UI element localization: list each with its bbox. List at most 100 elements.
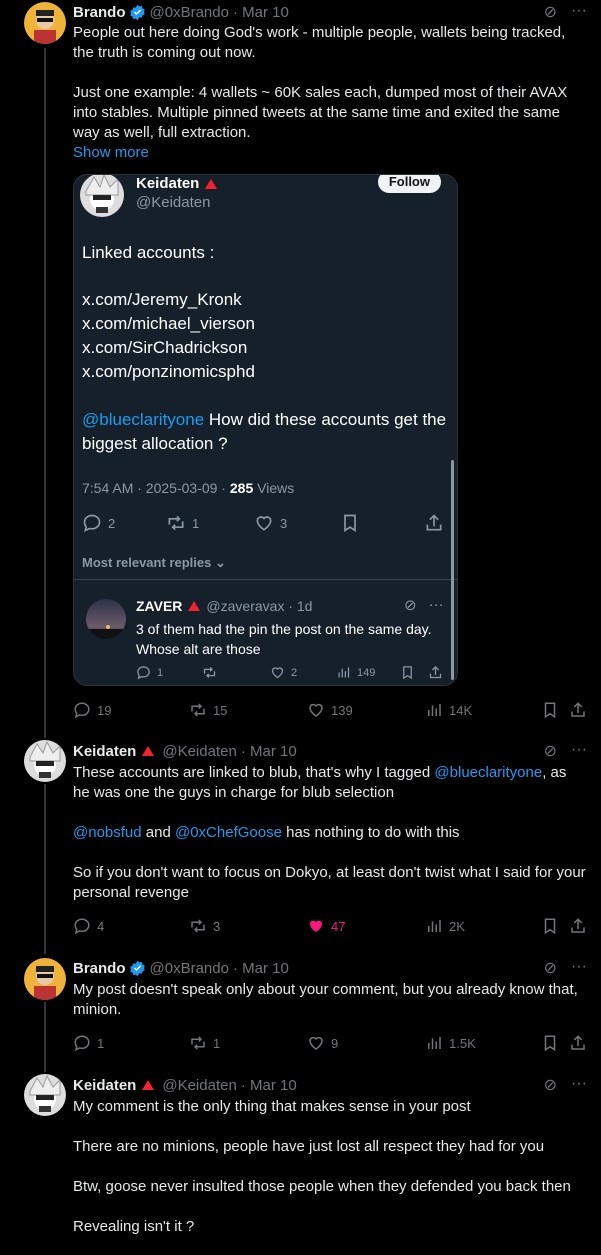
views-button[interactable]: 14K: [425, 701, 472, 719]
bookmark-button[interactable]: [541, 1034, 559, 1052]
avatar[interactable]: [24, 2, 66, 44]
reply-reply-button[interactable]: 1: [136, 665, 163, 680]
views-button[interactable]: 2K: [425, 917, 465, 935]
author-handle[interactable]: @0xBrando: [150, 960, 229, 977]
repost-icon: [191, 919, 205, 933]
heart-icon: [309, 703, 323, 717]
grok-icon[interactable]: ⊘: [404, 596, 417, 614]
reply-count: 1: [97, 1035, 105, 1051]
reply-icon: [83, 514, 101, 533]
share-button[interactable]: [569, 701, 587, 719]
tweet[interactable]: Brando @0xBrando · Mar 10 ⊘ ··· My post …: [73, 958, 587, 1020]
reply-header-icons: ⊘ ···: [404, 596, 444, 614]
reply-repost-button[interactable]: [202, 665, 217, 680]
tweet-date[interactable]: · Mar 10: [241, 1077, 297, 1094]
tweet-text: My post doesn't speak only about your co…: [73, 981, 578, 1018]
reply-author-handle[interactable]: @zaveravax · 1d: [206, 598, 312, 614]
most-relevant-dropdown[interactable]: Most relevant replies ⌄: [82, 555, 226, 571]
quote-author-name[interactable]: Keidaten: [136, 175, 218, 192]
red-triangle-icon: [205, 178, 218, 189]
mention-link[interactable]: @blueclarityone: [82, 410, 204, 429]
reply-button[interactable]: 1: [73, 1034, 104, 1052]
tweet-actions: 19 15 139 14K: [73, 700, 587, 720]
share-icon: [426, 514, 442, 531]
quote-link[interactable]: x.com/Jeremy_Kronk: [82, 288, 242, 312]
share-icon: [429, 665, 442, 679]
tweet[interactable]: Keidaten @Keidaten · Mar 10 ⊘ ··· These …: [73, 741, 587, 903]
share-button[interactable]: [569, 917, 587, 935]
more-icon[interactable]: ···: [571, 2, 587, 22]
follow-button[interactable]: Follow: [377, 175, 441, 193]
quote-bookmark-button[interactable]: [340, 513, 360, 533]
scrollbar[interactable]: [451, 460, 454, 680]
grok-icon[interactable]: ⊘: [544, 741, 557, 761]
like-button[interactable]: 47: [307, 917, 345, 935]
author-name[interactable]: Keidaten: [73, 1077, 136, 1094]
reply-avatar[interactable]: [86, 599, 126, 639]
repost-button[interactable]: 15: [189, 701, 227, 719]
quote-link[interactable]: x.com/ponzinomicsphd: [82, 360, 255, 384]
quote-repost-count: 1: [192, 515, 200, 531]
tweet-text: Revealing isn't it ?: [73, 1218, 195, 1235]
reply-like-button[interactable]: 2: [270, 665, 297, 680]
repost-count: 1: [213, 1035, 221, 1051]
more-icon[interactable]: ···: [571, 1075, 587, 1095]
reply-views-button[interactable]: 149: [336, 665, 375, 680]
show-more-link[interactable]: Show more: [73, 143, 587, 163]
mention-link[interactable]: @nobsfud: [73, 824, 142, 841]
grok-icon[interactable]: ⊘: [544, 958, 557, 978]
share-button[interactable]: [569, 1034, 587, 1052]
author-name[interactable]: Brando: [73, 960, 126, 977]
tweet-date[interactable]: · Mar 10: [233, 960, 289, 977]
bookmark-button[interactable]: [541, 917, 559, 935]
more-icon[interactable]: ···: [429, 596, 444, 614]
like-button[interactable]: 139: [307, 701, 353, 719]
share-icon: [571, 1035, 585, 1050]
tweet[interactable]: Keidaten @Keidaten · Mar 10 ⊘ ··· My com…: [73, 1075, 587, 1237]
reply-share-button[interactable]: [428, 665, 443, 680]
bookmark-button[interactable]: [541, 701, 559, 719]
quoted-tweet-card[interactable]: Keidaten @Keidaten Follow Linked account…: [73, 174, 458, 686]
quote-avatar[interactable]: [80, 175, 124, 217]
tweet[interactable]: Brando @0xBrando · Mar 10 ⊘ ··· People o…: [73, 2, 587, 163]
header-icons: ⊘ ···: [544, 958, 587, 978]
quote-timestamp[interactable]: 7:54 AM · 2025-03-09 ·: [82, 480, 230, 496]
mention-link[interactable]: @blueclarityone: [434, 764, 542, 781]
tweet-body: My comment is the only thing that makes …: [73, 1097, 587, 1237]
quote-link[interactable]: x.com/michael_vierson: [82, 312, 255, 336]
author-handle[interactable]: @0xBrando: [150, 4, 229, 21]
avatar[interactable]: [24, 958, 66, 1000]
quote-meta: 7:54 AM · 2025-03-09 · 285 Views: [82, 480, 294, 496]
repost-button[interactable]: 1: [189, 1034, 220, 1052]
avatar[interactable]: [24, 1074, 66, 1116]
quote-author-handle[interactable]: @Keidaten: [136, 194, 210, 211]
grok-icon[interactable]: ⊘: [544, 1075, 557, 1095]
reply-bookmark-button[interactable]: [400, 665, 415, 680]
author-handle[interactable]: @Keidaten: [162, 1077, 236, 1094]
views-button[interactable]: 1.5K: [425, 1034, 476, 1052]
quote-repost-button[interactable]: 1: [166, 513, 199, 533]
reply-author-name[interactable]: ZAVER: [136, 598, 182, 614]
more-icon[interactable]: ···: [571, 741, 587, 761]
tweet-text-segment: has nothing to do with this: [281, 824, 460, 841]
quote-reply-button[interactable]: 2: [82, 513, 115, 533]
tweet-actions: 1 1 9 1.5K: [73, 1033, 587, 1053]
like-button[interactable]: 9: [307, 1034, 338, 1052]
quote-share-button[interactable]: [424, 513, 444, 533]
quote-like-button[interactable]: 3: [254, 513, 287, 533]
author-name[interactable]: Keidaten: [73, 743, 136, 760]
header-icons: ⊘ ···: [544, 1075, 587, 1095]
tweet-date[interactable]: · Mar 10: [233, 4, 289, 21]
repost-button[interactable]: 3: [189, 917, 220, 935]
tweet-date[interactable]: · Mar 10: [241, 743, 297, 760]
grok-icon[interactable]: ⊘: [544, 2, 557, 22]
reply-button[interactable]: 19: [73, 701, 111, 719]
mention-link[interactable]: @0xChefGoose: [175, 824, 282, 841]
reply-button[interactable]: 4: [73, 917, 104, 935]
author-name[interactable]: Brando: [73, 4, 126, 21]
reply-actions: 1 2 149: [136, 665, 446, 683]
author-handle[interactable]: @Keidaten: [162, 743, 236, 760]
more-icon[interactable]: ···: [571, 958, 587, 978]
quote-link[interactable]: x.com/SirChadrickson: [82, 336, 247, 360]
avatar[interactable]: [24, 740, 66, 782]
